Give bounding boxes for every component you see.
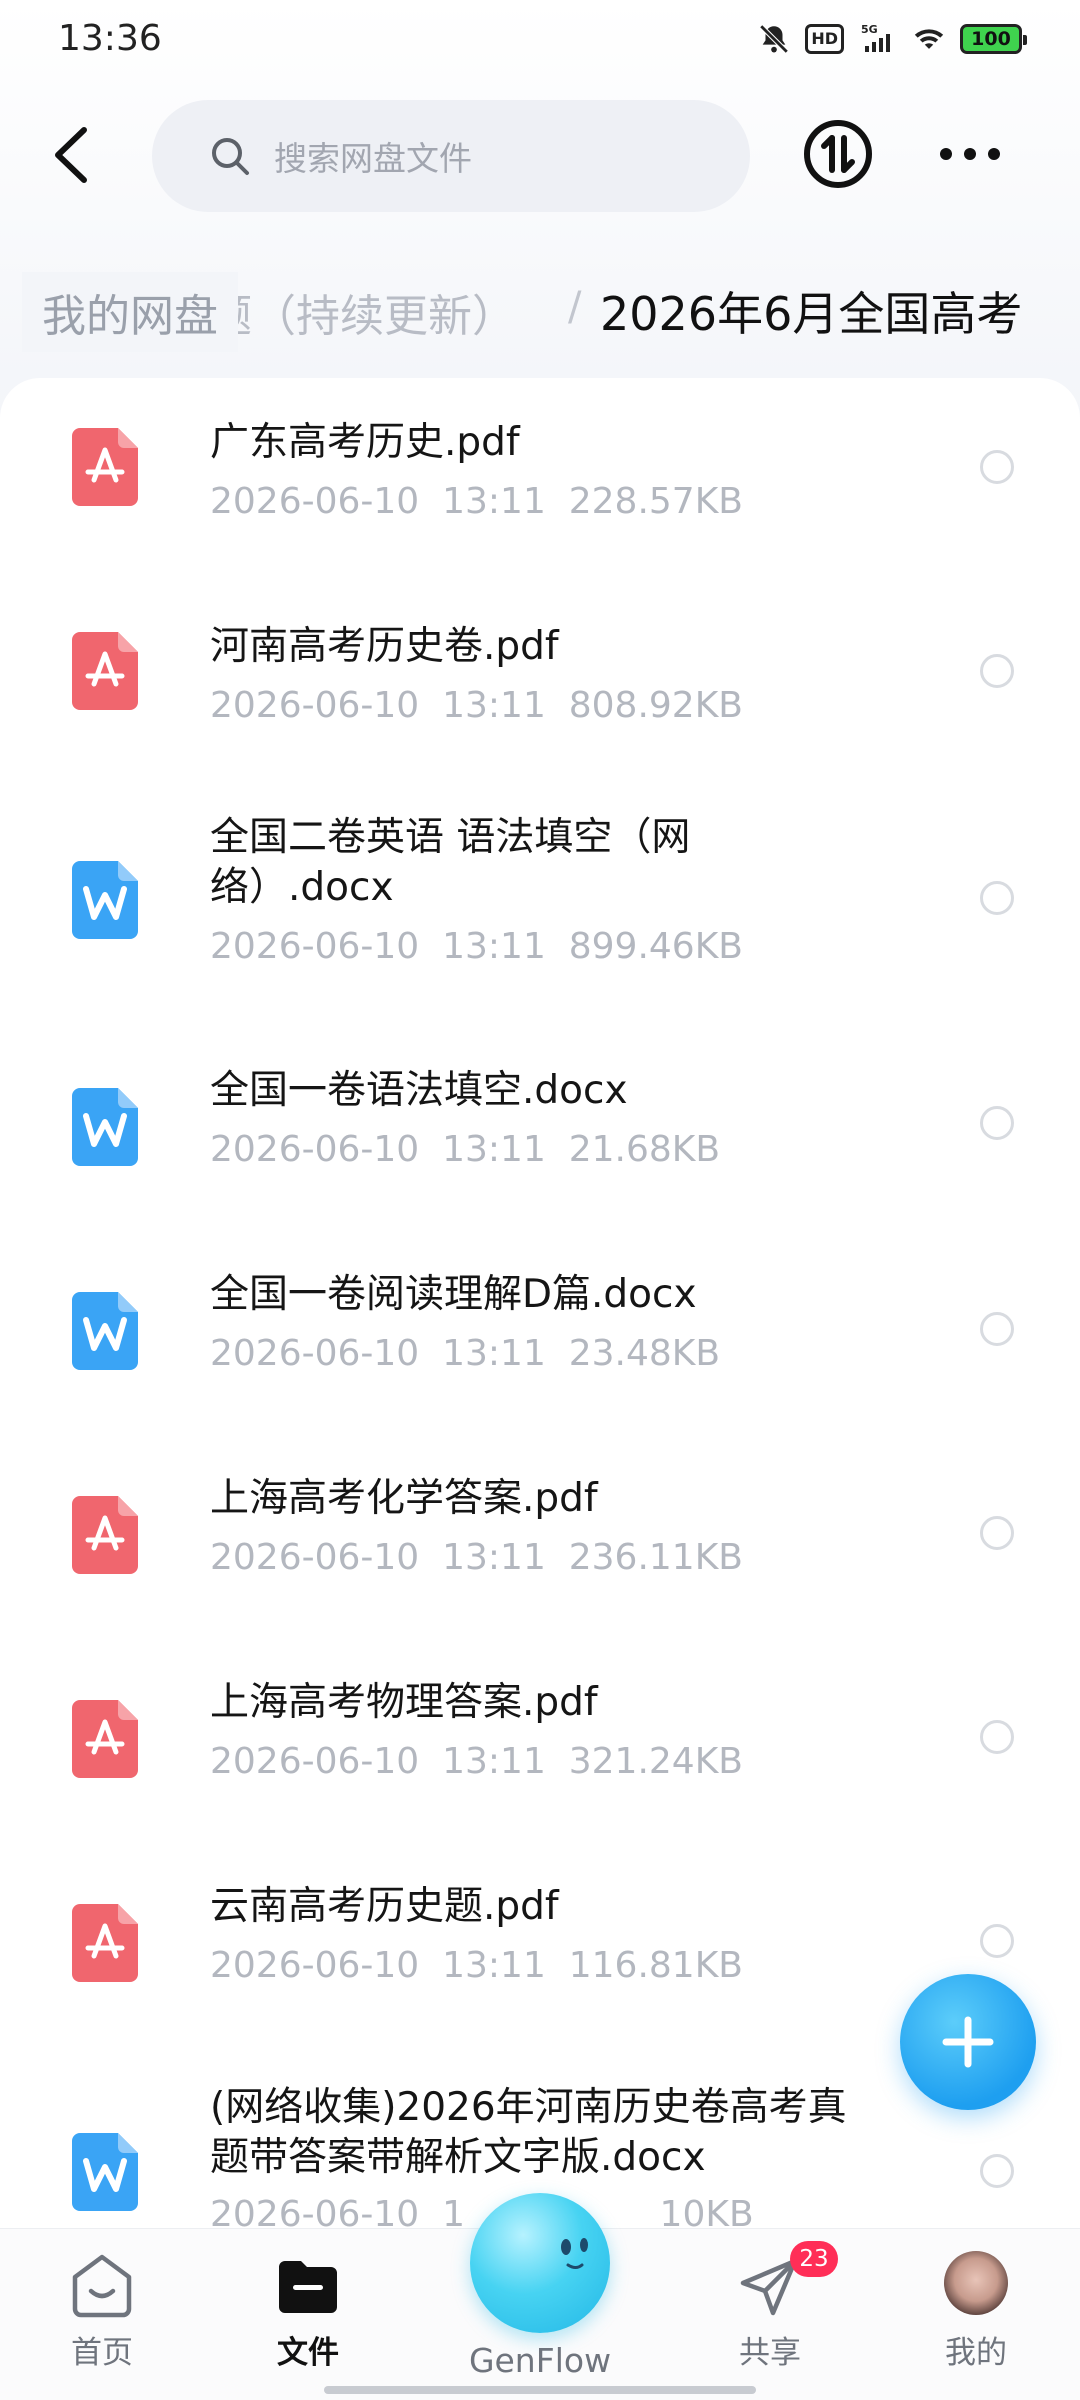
search-placeholder: 搜索网盘文件 [274,139,472,178]
select-radio[interactable] [980,881,1014,915]
home-indicator [324,2386,756,2394]
share-badge: 23 [790,2241,838,2277]
file-meta: 2026-06-10 13:11 321.24KB [210,1741,744,1782]
file-name-line-1: (网络收集)2026年河南历史卷高考真 [210,2085,847,2130]
nav-files[interactable]: 文件 [238,2251,378,2372]
select-radio[interactable] [980,1106,1014,1140]
pdf-file-icon [72,1496,138,1574]
file-meta: 2026-06-10 13:11 23.48KB [210,1333,721,1374]
list-item[interactable]: 全国二卷英语 语法填空（网 络）.docx 2026-06-10 13:11 8… [0,786,1080,1038]
file-name: 广东高考历史.pdf [210,420,520,465]
select-radio[interactable] [980,654,1014,688]
genflow-button[interactable] [470,2193,610,2333]
nav-share-label: 共享 [739,2335,801,2371]
genflow-face-icon [561,2238,588,2269]
pdf-file-icon [72,1700,138,1778]
file-meta: 2026-06-10 13:11 228.57KB [210,481,744,522]
file-meta: 2026-06-10 13:11 21.68KB [210,1129,721,1170]
avatar [944,2251,1008,2315]
list-item[interactable]: 全国一卷阅读理解D篇.docx 2026-06-10 13:11 23.48KB [0,1242,1080,1446]
select-radio[interactable] [980,1924,1014,1958]
svg-text:5G: 5G [861,23,878,36]
file-name: 上海高考化学答案.pdf [210,1476,598,1521]
select-radio[interactable] [980,450,1014,484]
file-name: 全国二卷英语 语法填空（网 络）.docx [210,813,910,913]
wifi-icon [914,29,944,49]
folder-icon [279,2261,337,2313]
add-button[interactable] [900,1974,1036,2110]
file-meta: 2026-06-10 13:11 116.81KB [210,1945,744,1986]
file-name: (网络收集)2026年河南历史卷高考真 题带答案带解析文字版.docx [210,2083,930,2183]
plus-icon [942,2016,994,2068]
signal-5g-icon: 5G [861,23,890,52]
file-name-line-2: 络）.docx [210,865,394,910]
status-time: 13:36 [58,18,162,59]
more-icon[interactable] [934,118,1006,190]
status-bar: 13:36 HD 5G 100 [0,0,1080,80]
mute-bell-icon [759,24,789,54]
word-file-icon [72,2133,138,2211]
search-icon [212,138,249,175]
select-radio[interactable] [980,1312,1014,1346]
list-item[interactable]: 广东高考历史.pdf 2026-06-10 13:11 228.57KB [0,378,1080,582]
select-radio[interactable] [980,1516,1014,1550]
nav-mine-label: 我的 [945,2335,1007,2371]
breadcrumb-current: 2026年6月全国高考 [600,287,1023,341]
nav-files-label: 文件 [277,2335,339,2371]
status-icons: HD 5G 100 [757,22,1027,56]
nav-genflow-label[interactable]: GenFlow [440,2341,640,2380]
list-item[interactable]: 河南高考历史卷.pdf 2026-06-10 13:11 808.92KB [0,582,1080,786]
pdf-file-icon [72,428,138,506]
pdf-file-icon [72,1904,138,1982]
header: 搜索网盘文件 [0,96,1080,216]
pdf-file-icon [72,632,138,710]
file-name-line-1: 全国二卷英语 语法填空（网 [210,815,691,860]
file-meta: 2026-06-10 13:11 236.11KB [210,1537,744,1578]
file-name-line-2: 题带答案带解析文字版.docx [210,2135,706,2180]
file-name: 云南高考历史题.pdf [210,1884,559,1929]
nav-home[interactable]: 首页 [32,2251,172,2372]
word-file-icon [72,1088,138,1166]
file-name: 全国一卷语法填空.docx [210,1068,628,1113]
back-icon[interactable] [42,120,102,190]
file-name: 上海高考物理答案.pdf [210,1680,598,1725]
word-file-icon [72,861,138,939]
breadcrumb-middle[interactable]: 题（持续更新） [208,280,516,344]
bottom-nav: 首页 文件 GenFlow 共享 23 我的 [0,2193,1080,2400]
file-meta: 2026-06-10 13:11 808.92KB [210,685,744,726]
breadcrumb-separator: / [568,284,582,330]
word-file-icon [72,1292,138,1370]
breadcrumb-root[interactable]: 我的网盘 [22,272,238,352]
list-item[interactable]: 全国一卷语法填空.docx 2026-06-10 13:11 21.68KB [0,1038,1080,1242]
select-radio[interactable] [980,2154,1014,2188]
nav-mine[interactable]: 我的 [906,2251,1046,2372]
breadcrumb: 题（持续更新） 我的网盘 / 2026年6月全国高考 [0,262,1080,352]
search-input[interactable]: 搜索网盘文件 [152,100,750,212]
hd-icon: HD [805,24,844,54]
list-item[interactable]: 上海高考化学答案.pdf 2026-06-10 13:11 236.11KB [0,1446,1080,1650]
transfer-icon[interactable] [802,118,874,190]
file-meta: 2026-06-10 13:11 899.46KB [210,926,744,967]
battery-icon: 100 [960,24,1027,54]
file-name: 河南高考历史卷.pdf [210,624,559,669]
select-radio[interactable] [980,1720,1014,1754]
file-list: 广东高考历史.pdf 2026-06-10 13:11 228.57KB 河南高… [0,378,1080,2228]
list-item[interactable]: 上海高考物理答案.pdf 2026-06-10 13:11 321.24KB [0,1650,1080,1854]
file-name: 全国一卷阅读理解D篇.docx [210,1272,697,1317]
home-icon [72,2254,132,2318]
nav-home-label: 首页 [71,2335,133,2371]
